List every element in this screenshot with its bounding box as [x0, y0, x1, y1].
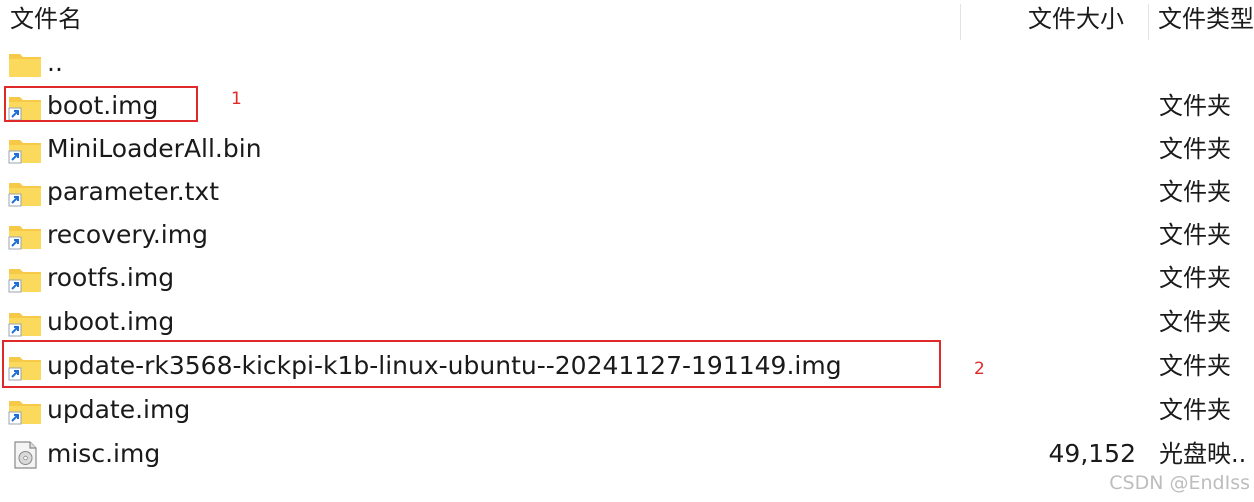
- list-item[interactable]: update.img 文件夹: [0, 389, 1254, 432]
- file-type: 文件夹: [1159, 135, 1231, 163]
- file-name: MiniLoaderAll.bin: [47, 134, 262, 163]
- annotation-box-1: [4, 86, 198, 122]
- file-name: misc.img: [47, 439, 161, 468]
- column-divider[interactable]: [1148, 4, 1149, 40]
- file-name: parameter.txt: [47, 177, 220, 206]
- list-item[interactable]: parameter.txt 文件夹: [0, 171, 1254, 214]
- folder-icon: [9, 54, 41, 77]
- file-type: 文件夹: [1159, 352, 1231, 380]
- column-divider[interactable]: [960, 4, 961, 40]
- folder-shortcut-icon: [8, 401, 41, 425]
- folder-shortcut-icon: [8, 140, 41, 164]
- column-header-size[interactable]: 文件大小: [1028, 2, 1124, 36]
- file-name: recovery.img: [47, 220, 208, 249]
- file-name: update.img: [47, 395, 191, 424]
- file-type: 文件夹: [1159, 178, 1231, 206]
- folder-shortcut-icon: [8, 313, 41, 337]
- list-item[interactable]: MiniLoaderAll.bin 文件夹: [0, 128, 1254, 171]
- file-type: 文件夹: [1159, 221, 1231, 249]
- file-type: 文件夹: [1159, 396, 1231, 424]
- list-item[interactable]: misc.img 49,152 光盘映..: [0, 433, 1254, 476]
- folder-shortcut-icon: [8, 269, 41, 293]
- file-type: 文件夹: [1159, 92, 1231, 120]
- column-header-type[interactable]: 文件类型: [1158, 2, 1254, 36]
- file-type: 光盘映..: [1159, 440, 1247, 468]
- disc-image-file-icon: [14, 441, 37, 469]
- file-type: 文件夹: [1159, 264, 1231, 292]
- file-size: 49,152: [1048, 439, 1136, 468]
- folder-shortcut-icon: [8, 183, 41, 207]
- annotation-label-1: 1: [231, 89, 242, 109]
- annotation-box-2: [2, 340, 941, 388]
- column-header-name[interactable]: 文件名: [10, 2, 82, 36]
- column-header: 文件名 文件大小 文件类型: [0, 0, 1254, 42]
- watermark: CSDN @EndIss: [1109, 472, 1250, 494]
- list-item[interactable]: recovery.img 文件夹: [0, 214, 1254, 257]
- file-name: rootfs.img: [47, 263, 175, 292]
- folder-shortcut-icon: [8, 226, 41, 250]
- list-item[interactable]: ..: [0, 42, 1254, 85]
- list-item[interactable]: uboot.img 文件夹: [0, 301, 1254, 344]
- file-name: ..: [47, 48, 63, 77]
- list-item[interactable]: rootfs.img 文件夹: [0, 257, 1254, 300]
- file-type: 文件夹: [1159, 308, 1231, 336]
- annotation-label-2: 2: [974, 359, 985, 379]
- file-name: uboot.img: [47, 307, 175, 336]
